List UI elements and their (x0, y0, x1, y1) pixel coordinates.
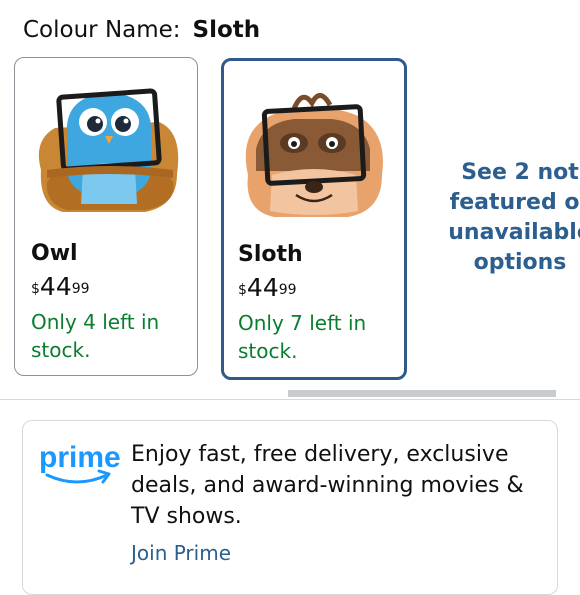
price-currency: $ (238, 282, 247, 298)
colour-name-value: Sloth (192, 17, 261, 43)
prime-logo-icon: prime (39, 441, 121, 484)
swatch-scrollbar-thumb[interactable] (288, 390, 556, 397)
sloth-product-image (245, 93, 383, 217)
more-options-line-3: unavailable (448, 220, 580, 245)
prime-promo-message: Enjoy fast, free delivery, exclusive dea… (131, 442, 524, 529)
swatch-owl-stock: Only 4 left in stock. (31, 310, 160, 362)
price-fraction: 99 (71, 281, 90, 297)
price-whole: 44 (246, 273, 279, 302)
prime-promo-card: prime Enjoy fast, free delivery, exclusi… (22, 420, 558, 595)
colour-name-row: Colour Name: Sloth (23, 15, 260, 45)
swatch-owl-name: Owl (31, 241, 78, 266)
colour-name-label: Colour Name: (23, 17, 181, 43)
swatch-owl[interactable]: Owl $4499 Only 4 left in stock. (14, 57, 198, 376)
colour-swatch-strip[interactable]: Owl $4499 Only 4 left in stock. Sloth $4… (0, 55, 580, 390)
price-currency: $ (31, 281, 40, 297)
see-more-options-link[interactable]: See 2 not featured or unavailable option… (440, 158, 580, 278)
prime-logo-text: prime (39, 441, 121, 474)
swatch-sloth[interactable]: Sloth $4499 Only 7 left in stock. (221, 58, 407, 380)
more-options-line-2: featured or (449, 190, 580, 215)
join-prime-link[interactable]: Join Prime (131, 539, 231, 567)
price-whole: 44 (39, 272, 72, 301)
swatch-sloth-name: Sloth (238, 242, 303, 267)
more-options-line-4: options (473, 250, 567, 275)
swatch-owl-price: $4499 (31, 272, 90, 305)
price-fraction: 99 (278, 282, 297, 298)
more-options-line-1: See 2 not (461, 160, 579, 185)
section-divider (0, 399, 580, 400)
owl-product-image (38, 88, 179, 212)
swatch-sloth-price: $4499 (238, 273, 297, 306)
swatch-sloth-stock: Only 7 left in stock. (238, 311, 367, 363)
